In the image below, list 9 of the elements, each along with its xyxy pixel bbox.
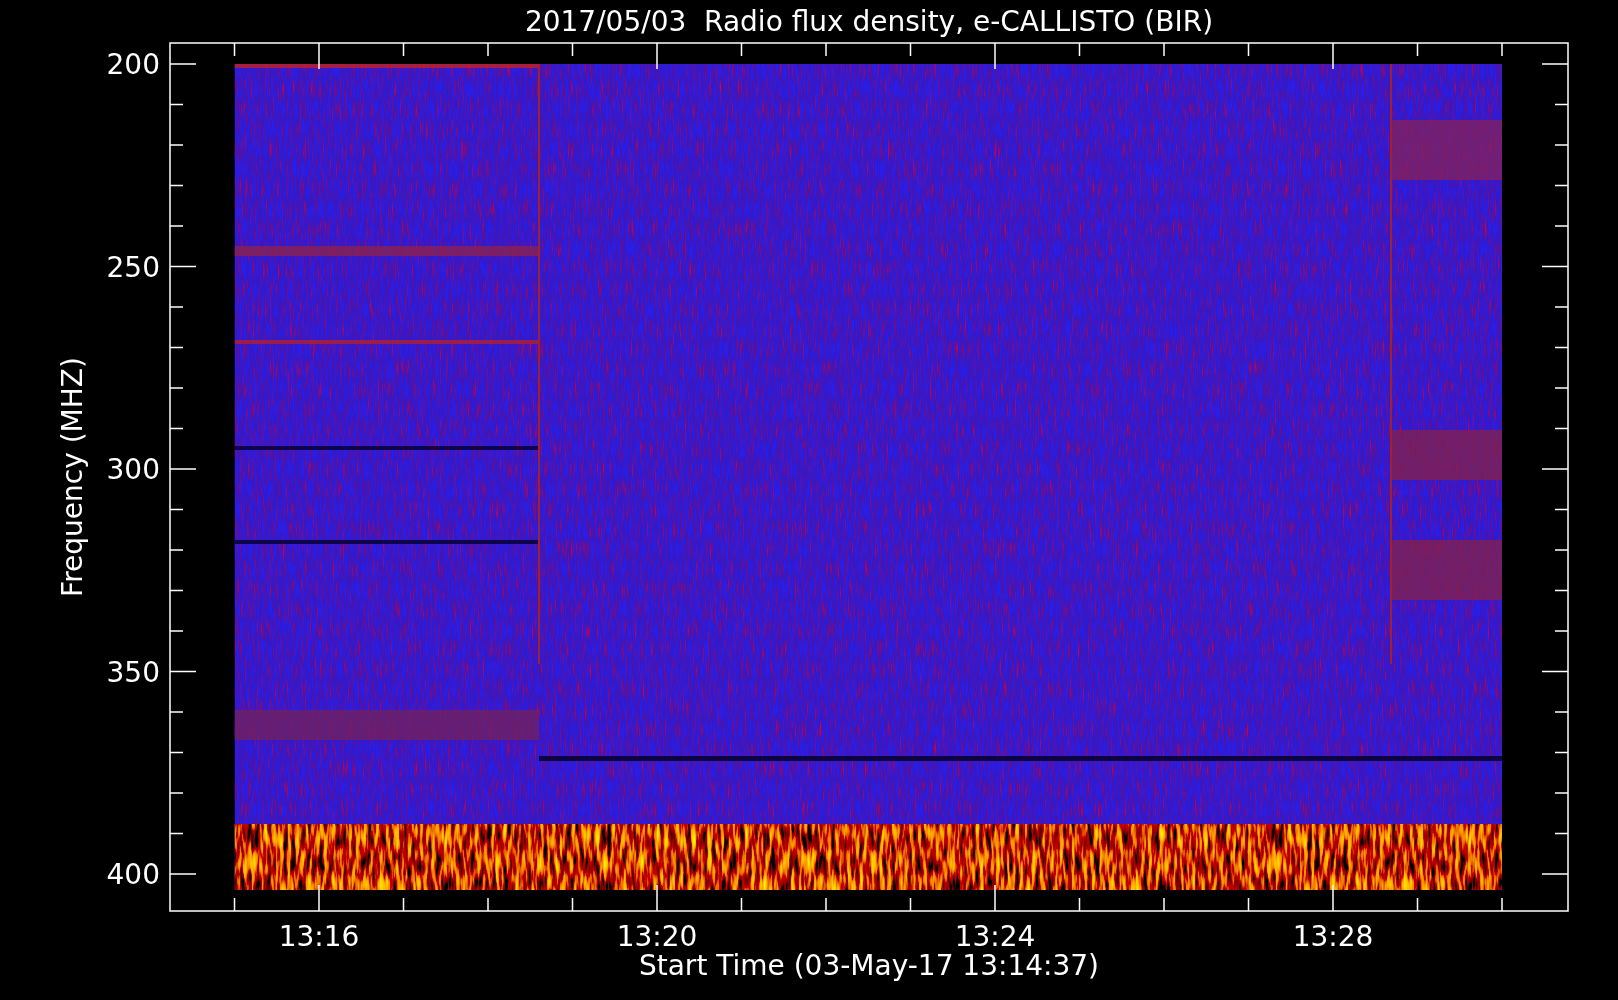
y-tick-label: 400 [106,858,160,891]
x-tick-label: 13:16 [278,920,360,953]
y-tick-label: 300 [106,453,160,486]
y-tick-label: 200 [106,48,160,81]
y-axis-label: Frequency (MHZ) [56,357,89,597]
x-tick-label: 13:28 [1292,920,1374,953]
y-tick-label: 350 [106,655,160,689]
y-tick-label: 250 [106,250,160,284]
chart-title: 2017/05/03 Radio flux density, e-CALLISTO (BIR) [524,5,1214,38]
